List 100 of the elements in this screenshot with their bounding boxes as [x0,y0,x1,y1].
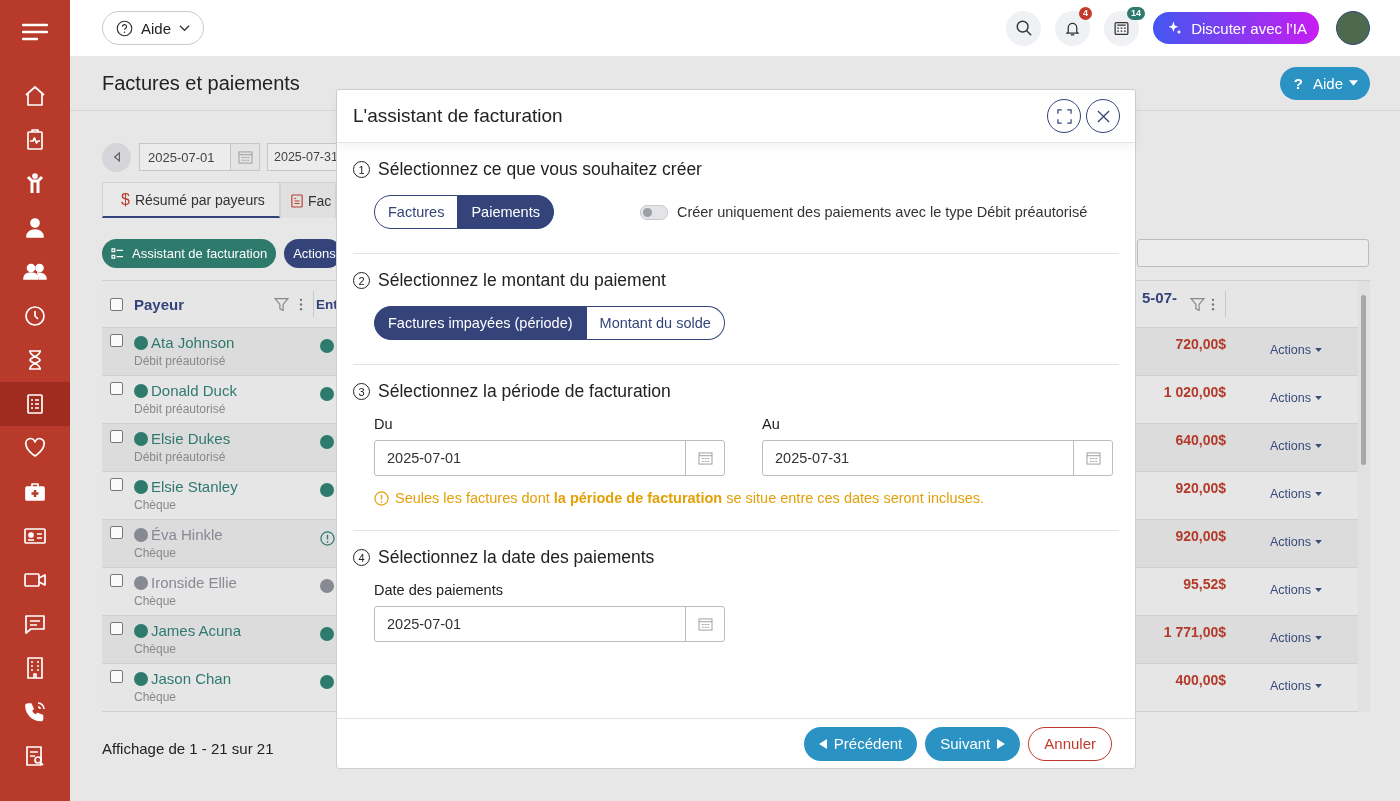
calendar-icon [697,451,713,465]
help-dropdown[interactable]: Aide [102,11,205,45]
more-vertical-icon[interactable] [1211,297,1215,311]
payer-name-link[interactable]: Ata Johnson [151,334,235,351]
row-checkbox[interactable] [110,430,123,443]
actions-dropdown[interactable]: Actions [1270,343,1322,357]
row-checkbox[interactable] [110,622,123,635]
close-button[interactable] [1086,99,1120,133]
search-field[interactable] [1137,239,1369,267]
actions-dropdown[interactable]: Actions [1270,679,1322,693]
amount-cell-text: 920,00$ [1174,527,1226,546]
tab[interactable]: Fac [280,182,336,218]
search-button[interactable] [1006,10,1042,46]
list-icon [111,247,124,259]
date-field[interactable]: 2025-07-31 [267,143,338,171]
notifications-button[interactable] [1055,10,1091,46]
actions-dropdown[interactable]: Actions [1270,439,1322,453]
info-message: Seules les factures dont la période de facturation se situe entre ces dates seront incluses. [395,490,985,506]
fullscreen-button[interactable] [1047,99,1081,133]
chat-icon [23,612,47,636]
row-checkbox[interactable] [110,670,123,683]
clock-icon [23,304,47,328]
document-icon [291,193,303,208]
actions-dropdown[interactable]: Actions [1270,631,1322,645]
actions-dropdown[interactable]: Actions [1270,535,1322,549]
warning-icon [320,531,335,546]
previous-period-button[interactable] [102,142,131,172]
actions-dropdown[interactable]: Actions [1270,583,1322,597]
scrollbar[interactable] [1358,281,1370,712]
payment-method: Chèque [134,690,178,704]
payer-name-link[interactable]: James Acuna [151,622,242,639]
row-checkbox[interactable] [110,574,123,587]
payer-name-link[interactable]: Donald Duck [151,382,237,399]
step-title: Sélectionnez la date des paiements [378,547,655,568]
amount-cell-text: 720,00$ [1174,335,1226,354]
help-button[interactable]: ? Aide [1279,66,1370,100]
more-vertical-icon[interactable] [299,297,303,311]
triangle-right-icon [997,738,1006,749]
calendar-icon [1085,451,1101,465]
tab[interactable]: $ Résumé par payeurs [102,182,280,218]
previous-button[interactable]: Précédent [803,726,918,761]
payment-method: Débit préautorisé [134,402,227,416]
scrollbar-thumb[interactable] [1361,295,1366,465]
payer-name-link[interactable]: Elsie Stanley [151,478,238,495]
caret-icon [1315,636,1322,640]
caret-icon [1315,492,1322,496]
segment-option[interactable]: Factures [374,195,459,229]
caret-icon [1315,588,1322,592]
tab-label: Résumé par payeurs [134,191,265,208]
menu-icon[interactable] [22,23,48,41]
calendar-icon [697,617,713,631]
amount-cell-text: 1 771,00$ [1162,623,1226,642]
next-button[interactable]: Suivant [925,726,1021,761]
filter-icon[interactable] [1190,296,1205,312]
amount-cell-text: 400,00$ [1174,671,1226,690]
tab-label: Fac [308,192,332,209]
status-dot [320,627,334,641]
phone-signal-icon [23,700,47,724]
row-checkbox[interactable] [110,478,123,491]
triangle-left-icon [112,152,121,162]
row-checkbox[interactable] [110,334,123,347]
payer-name-link[interactable]: Jason Chan [151,670,232,687]
page-title: Factures et paiements [102,71,300,95]
row-checkbox[interactable] [110,526,123,539]
question-icon: ? [1293,74,1303,92]
amount-cell-text: 1 020,00$ [1162,383,1226,402]
segment-option[interactable]: Factures impayées (période) [374,306,587,340]
billing-wizard-button[interactable]: Assistant de facturation [102,238,277,268]
ai-chat-button[interactable]: Discuter avec l’IA [1153,12,1319,44]
segment-option[interactable]: Montant du solde [586,306,725,340]
date-field[interactable]: 2025-07-01 [139,143,231,171]
calculator-icon [1113,19,1131,37]
toggle-switch[interactable] [639,204,668,220]
heart-icon [23,436,47,460]
triangle-left-icon [818,738,827,749]
status-dot [320,339,334,353]
field-label: Au [762,416,781,432]
caret-icon [1315,684,1322,688]
caret-icon [1315,444,1322,448]
payer-name-link[interactable]: Elsie Dukes [151,430,231,447]
home-icon [23,84,47,108]
avatar[interactable] [1336,11,1370,45]
caret-icon [1315,396,1322,400]
pagination-info: Affichage de 1 - 21 sur 21 [102,740,274,757]
close-icon [1096,109,1110,123]
actions-dropdown[interactable]: Actions [1270,391,1322,405]
calendar-icon [237,150,253,164]
calculator-button[interactable] [1104,10,1140,46]
cancel-button[interactable]: Annuler [1028,726,1112,761]
actions-dropdown[interactable]: Actions [1270,487,1322,501]
filter-icon[interactable] [274,296,289,312]
toggle-label: Créer uniquement des paiements avec le type Débit préautorisé [676,204,1088,220]
column-header: Ent [316,297,338,312]
segment-option[interactable]: Paiements [458,195,554,229]
column-header: Payeur [134,295,186,313]
amount-cell-text: 920,00$ [1174,479,1226,498]
payment-method: Chèque [134,546,178,560]
sidebar-item[interactable] [0,382,70,426]
row-checkbox[interactable] [110,382,123,395]
select-all-checkbox[interactable] [110,297,123,311]
